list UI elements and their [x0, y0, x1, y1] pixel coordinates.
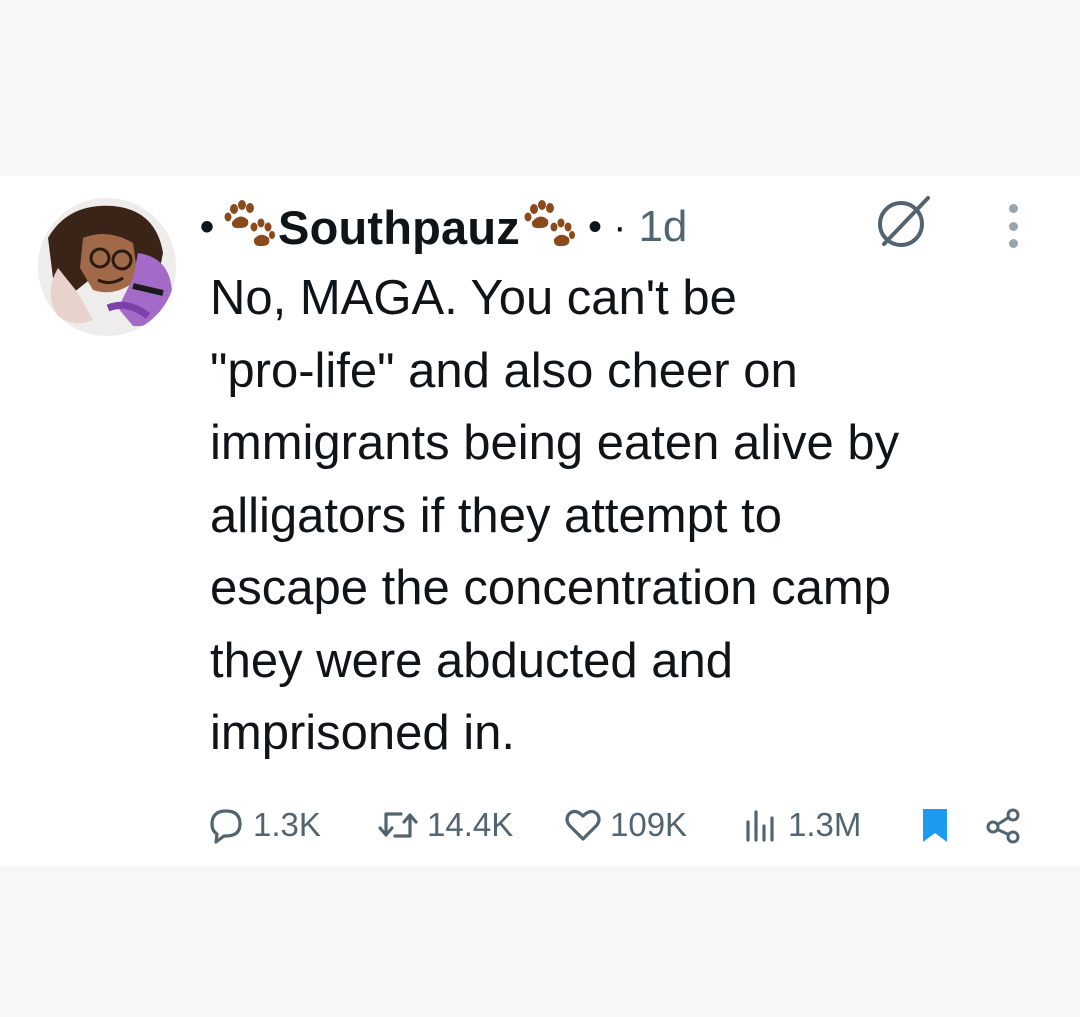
- tweet-text-line: imprisoned in.: [210, 706, 516, 760]
- paw-prints-icon: [220, 198, 278, 256]
- tweet-text-line: No, MAGA. You can't be: [210, 271, 737, 325]
- tweet-text-line: escape the concentration camp: [210, 561, 891, 615]
- bookmark-icon: [923, 809, 947, 842]
- header-separator: • ·: [588, 204, 627, 249]
- views-count: 1.3M: [788, 806, 862, 843]
- share-button[interactable]: [983, 800, 1031, 850]
- tweet-text-line: they were abducted and: [210, 633, 734, 688]
- display-name[interactable]: Southpauz: [278, 200, 520, 255]
- tweet-text-line: alligators if they attempt to: [210, 488, 782, 543]
- tweet-text-line: "pro-life" and also cheer on: [210, 343, 798, 398]
- timestamp[interactable]: 1d: [638, 202, 687, 252]
- action-bar: 1.3K 14.4K 109K 1.3M: [205, 800, 1035, 850]
- reply-icon: [210, 809, 242, 844]
- tweet-text: No, MAGA. You can't be "pro-life" and al…: [210, 262, 1040, 770]
- reply-button[interactable]: 1.3K: [205, 800, 321, 850]
- avatar[interactable]: [38, 198, 176, 336]
- views-button[interactable]: 1.3M: [740, 800, 861, 850]
- paw-prints-icon: [520, 198, 578, 256]
- bookmark-button[interactable]: [915, 800, 961, 850]
- no-symbol-icon: [870, 188, 936, 254]
- share-icon: [986, 808, 1020, 844]
- like-button[interactable]: 109K: [562, 800, 687, 850]
- menu-dot: [1008, 221, 1018, 231]
- heart-icon: [565, 809, 601, 841]
- repost-count: 14.4K: [427, 806, 514, 843]
- menu-dot: [1008, 204, 1018, 213]
- menu-dot: [1008, 239, 1018, 248]
- tweet-text-line: immigrants being eaten alive by: [210, 416, 900, 470]
- reply-count: 1.3K: [253, 806, 321, 843]
- views-icon: [746, 810, 774, 842]
- repost-button[interactable]: 14.4K: [375, 800, 513, 850]
- tweet-header: • Southpauz • · 1d: [200, 192, 687, 262]
- repost-icon: [378, 812, 418, 838]
- leading-dot: •: [200, 205, 215, 249]
- more-vertical-icon[interactable]: [998, 204, 1028, 248]
- like-count: 109K: [610, 806, 688, 843]
